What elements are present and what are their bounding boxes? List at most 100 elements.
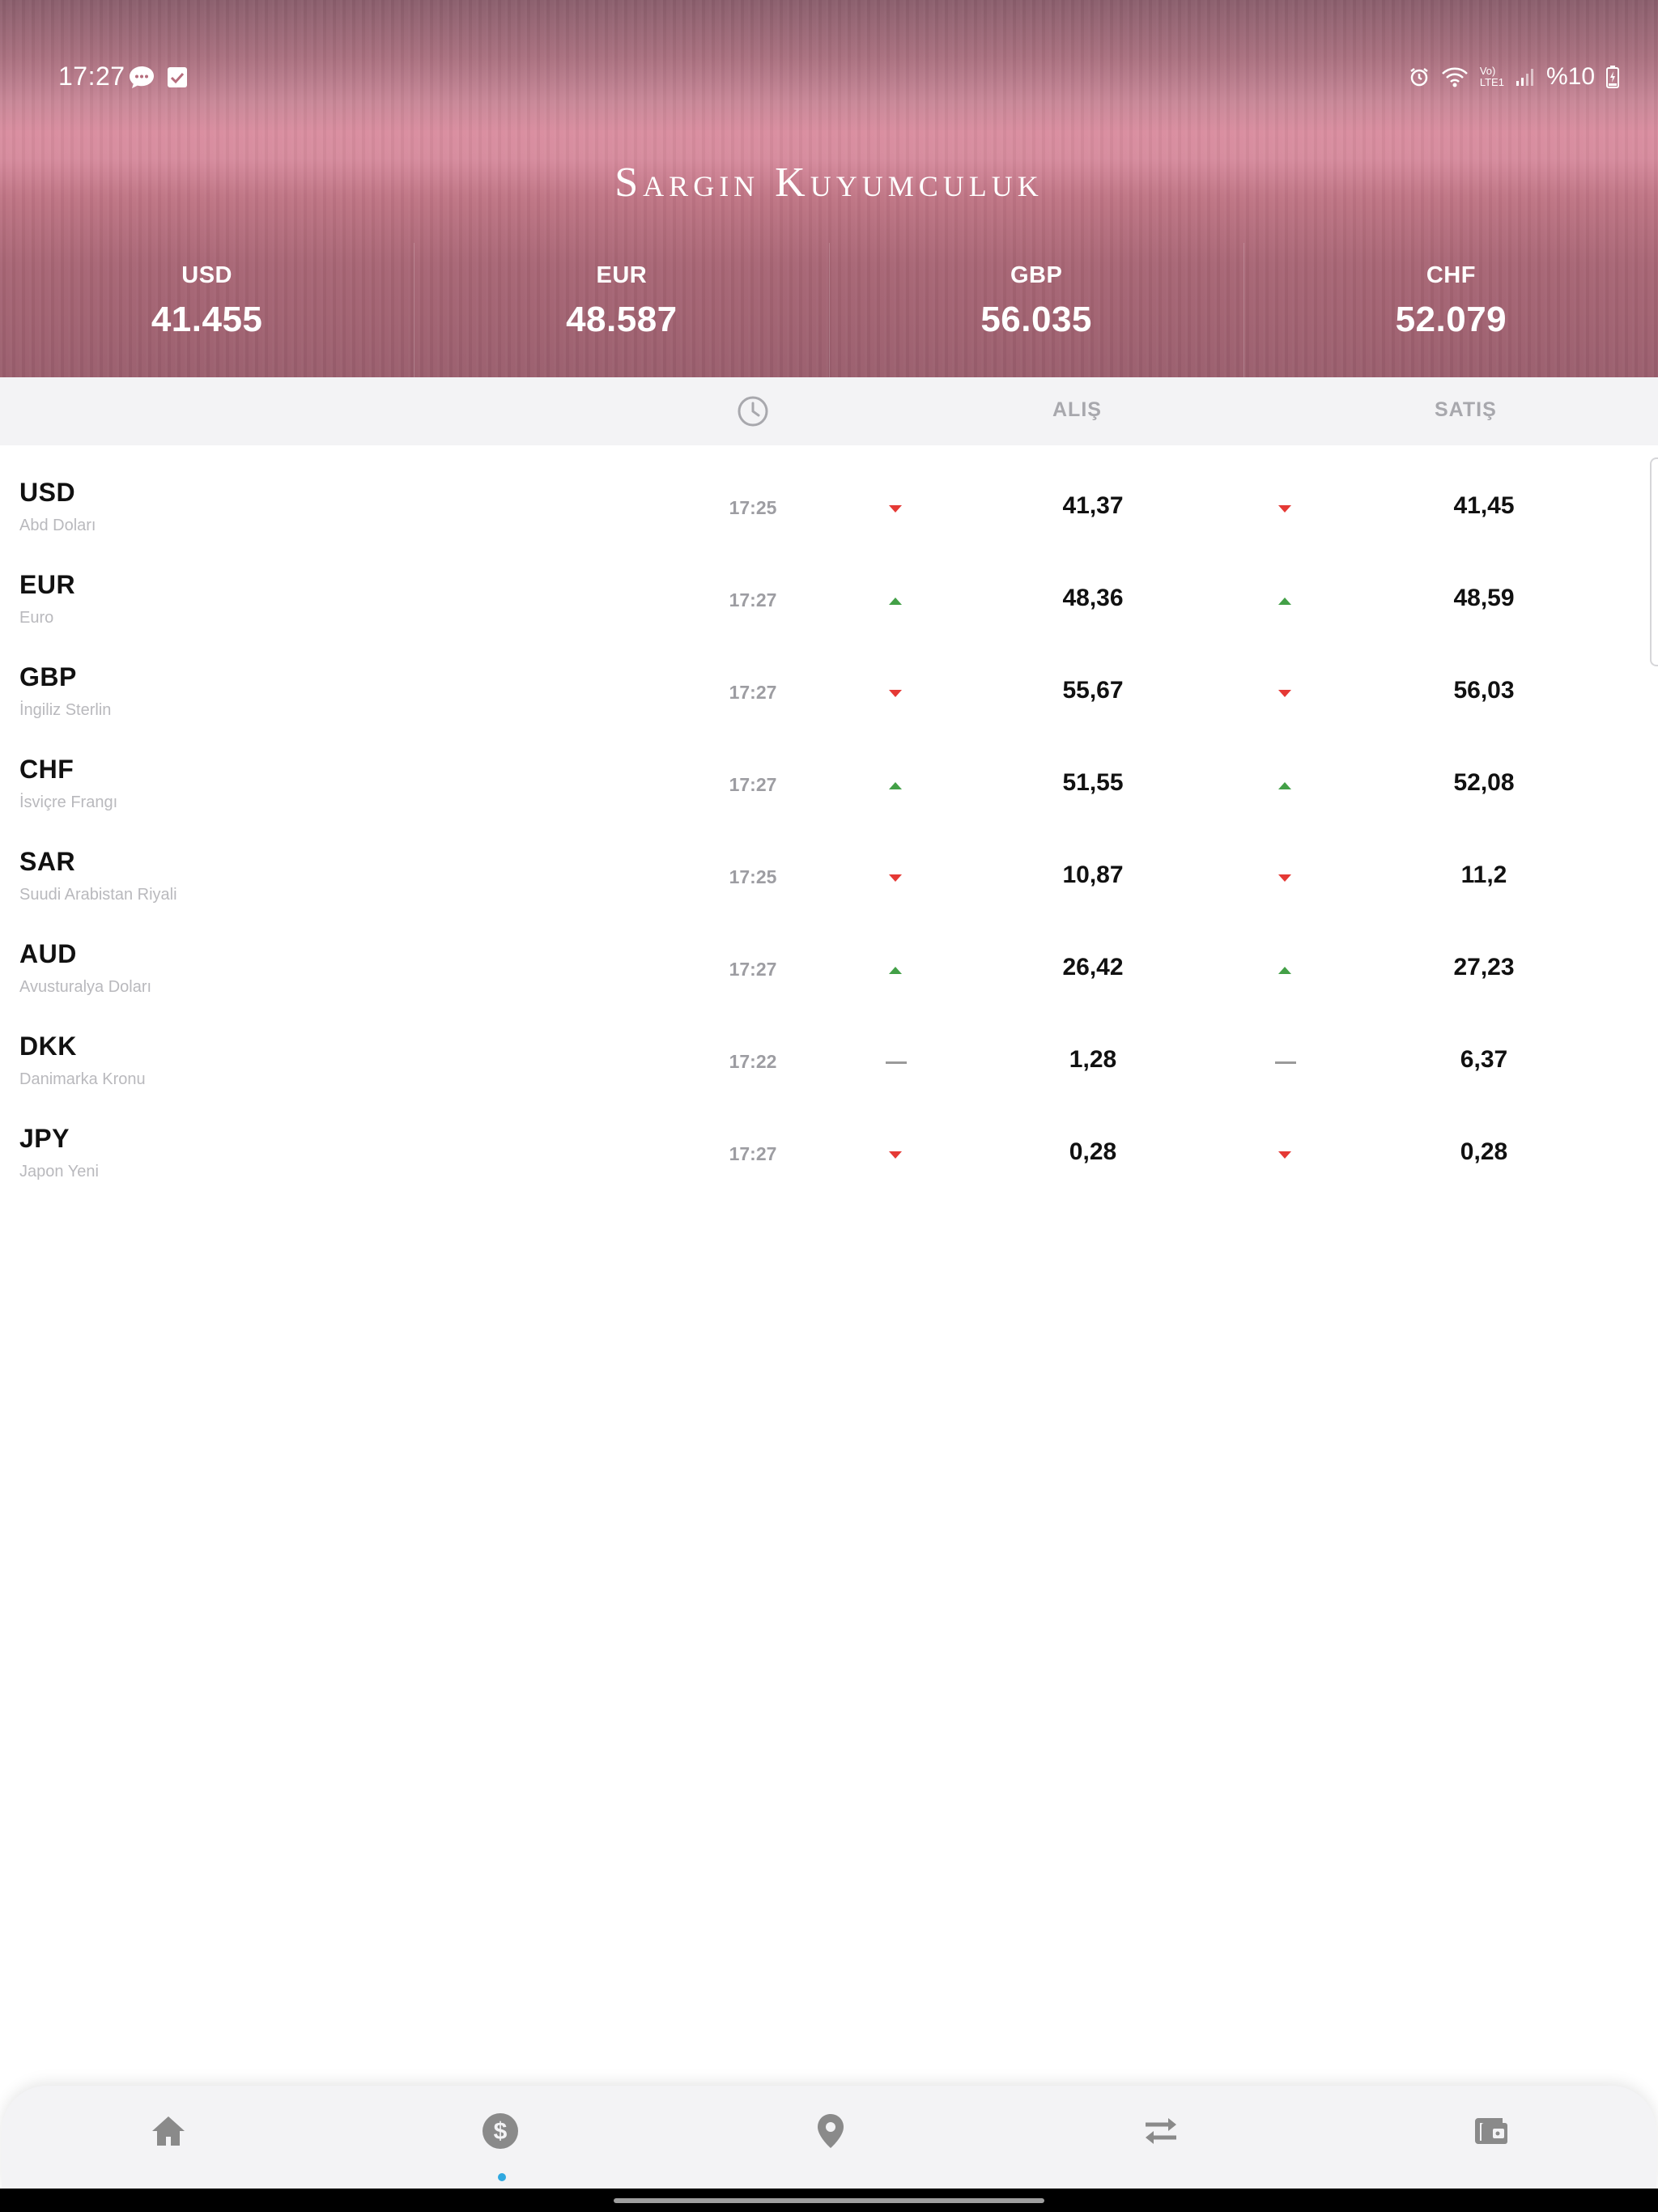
home-icon[interactable]	[146, 2108, 191, 2154]
rate-card-gbp[interactable]: GBP 56.035	[830, 243, 1244, 377]
column-header: ALIŞ SATIŞ	[0, 377, 1658, 445]
sell-price: 27,23	[1453, 954, 1515, 981]
currency-name: Avusturalya Doları	[19, 978, 152, 996]
currency-row-dkk[interactable]: DKK Danimarka Kronu 17:22 1,28 6,37	[0, 1013, 1658, 1105]
currency-name: İsviçre Frangı	[19, 793, 118, 811]
clock-icon	[737, 395, 769, 428]
currency-row-sar[interactable]: SAR Suudi Arabistan Riyali 17:25 10,87 1…	[0, 828, 1658, 921]
currency-code: CHF	[19, 755, 74, 784]
status-left-icons	[128, 65, 188, 93]
sell-price: 56,03	[1453, 677, 1515, 704]
rate-value: 52.079	[1395, 300, 1507, 339]
sell-price: 6,37	[1460, 1046, 1508, 1073]
status-right-icons: Vo) LTE1 %10	[1409, 63, 1619, 91]
buy-price: 26,42	[1062, 954, 1124, 981]
sell-price: 41,45	[1453, 492, 1515, 519]
buy-trend-down-icon	[886, 504, 905, 515]
rate-card-eur[interactable]: EUR 48.587	[414, 243, 830, 377]
currency-row-jpy[interactable]: JPY Japon Yeni 17:27 0,28 0,28	[0, 1105, 1658, 1197]
update-time: 17:27	[729, 959, 777, 980]
sell-trend-down-icon	[1275, 1150, 1295, 1161]
wallet-icon[interactable]	[1469, 2108, 1514, 2154]
volte-icon: Vo) LTE1	[1480, 66, 1504, 88]
buy-trend-up-icon	[886, 965, 905, 976]
update-time: 17:25	[729, 866, 777, 887]
battery-text: %10	[1545, 63, 1595, 90]
header-rates: USD 41.455 EUR 48.587 GBP 56.035 CHF 52.…	[0, 243, 1658, 377]
rate-value: 41.455	[151, 300, 263, 339]
currency-name: Danimarka Kronu	[19, 1070, 146, 1088]
currency-code: GBP	[19, 662, 77, 691]
currency-code: SAR	[19, 847, 76, 876]
column-sell-label[interactable]: SATIŞ	[1435, 398, 1497, 422]
volte-label-bottom: LTE1	[1479, 76, 1504, 88]
buy-trend-down-icon	[886, 873, 905, 884]
brand-title: Sargin Kuyumculuk	[614, 160, 1044, 206]
currency-row-chf[interactable]: CHF İsviçre Frangı 17:27 51,55 52,08	[0, 736, 1658, 828]
rate-code: USD	[181, 262, 232, 288]
buy-price: 41,37	[1062, 492, 1124, 519]
sell-trend-down-icon	[1275, 504, 1295, 515]
sell-trend-down-icon	[1275, 873, 1295, 884]
buy-price: 0,28	[1069, 1138, 1117, 1165]
home-indicator[interactable]	[614, 2198, 1044, 2203]
chat-bubble-icon	[128, 65, 155, 93]
rate-code: CHF	[1426, 262, 1476, 288]
buy-price: 55,67	[1062, 677, 1124, 704]
bottom-navigation: $	[2, 2086, 1656, 2189]
currency-name: Japon Yeni	[19, 1163, 99, 1180]
rate-code: EUR	[596, 262, 648, 288]
battery-charging-icon	[1606, 66, 1619, 88]
buy-price: 1,28	[1069, 1046, 1117, 1073]
sell-price: 0,28	[1460, 1138, 1508, 1165]
sell-price: 11,2	[1460, 861, 1507, 888]
dollar-circle-icon[interactable]: $	[478, 2108, 523, 2154]
volte-label-top: Vo)	[1479, 65, 1496, 77]
currency-name: İngiliz Sterlin	[19, 701, 112, 719]
active-tab-indicator	[498, 2173, 506, 2181]
currency-code: EUR	[19, 570, 76, 599]
buy-trend-up-icon	[886, 596, 905, 607]
rate-code: GBP	[1010, 262, 1063, 288]
svg-text:$: $	[494, 2118, 508, 2145]
update-time: 17:27	[729, 774, 777, 795]
rate-value: 48.587	[566, 300, 678, 339]
buy-trend-flat-icon	[886, 1057, 907, 1069]
currency-row-eur[interactable]: EUR Euro 17:27 48,36 48,59	[0, 551, 1658, 644]
currency-row-aud[interactable]: AUD Avusturalya Doları 17:27 26,42 27,23	[0, 921, 1658, 1013]
sell-trend-up-icon	[1275, 965, 1295, 976]
currency-name: Abd Doları	[19, 517, 96, 534]
rate-card-chf[interactable]: CHF 52.079	[1244, 243, 1658, 377]
scroll-handle[interactable]	[1650, 457, 1658, 666]
app-header: 17:27 Vo) LTE1 %10 Sargin Kuyumculuk USD…	[0, 0, 1658, 377]
buy-price: 10,87	[1062, 861, 1124, 888]
buy-trend-up-icon	[886, 781, 905, 792]
exchange-arrows-icon[interactable]	[1138, 2108, 1184, 2154]
sell-trend-up-icon	[1275, 781, 1295, 792]
currency-row-usd[interactable]: USD Abd Doları 17:25 41,37 41,45	[0, 459, 1658, 551]
currency-code: JPY	[19, 1124, 70, 1153]
sell-trend-flat-icon	[1275, 1057, 1296, 1069]
buy-trend-down-icon	[886, 688, 905, 700]
location-pin-icon[interactable]	[808, 2108, 853, 2154]
system-navigation-bar	[0, 2189, 1658, 2212]
column-buy-label[interactable]: ALIŞ	[1052, 398, 1102, 422]
buy-trend-down-icon	[886, 1150, 905, 1161]
status-bar: 17:27 Vo) LTE1 %10	[0, 0, 1658, 154]
sell-price: 48,59	[1453, 585, 1515, 611]
update-time: 17:27	[729, 682, 777, 703]
rate-card-usd[interactable]: USD 41.455	[0, 243, 415, 377]
sell-trend-down-icon	[1275, 688, 1295, 700]
currency-list: USD Abd Doları 17:25 41,37 41,45 EUR Eur…	[0, 459, 1658, 1197]
alarm-icon	[1409, 66, 1430, 87]
buy-price: 51,55	[1062, 769, 1124, 796]
currency-name: Suudi Arabistan Riyali	[19, 886, 177, 904]
wifi-icon	[1441, 66, 1469, 88]
update-time: 17:25	[729, 497, 777, 518]
status-time: 17:27	[58, 62, 125, 91]
rate-value: 56.035	[980, 300, 1092, 339]
sell-trend-up-icon	[1275, 596, 1295, 607]
currency-row-gbp[interactable]: GBP İngiliz Sterlin 17:27 55,67 56,03	[0, 644, 1658, 736]
currency-code: USD	[19, 478, 76, 507]
update-time: 17:27	[729, 589, 777, 610]
